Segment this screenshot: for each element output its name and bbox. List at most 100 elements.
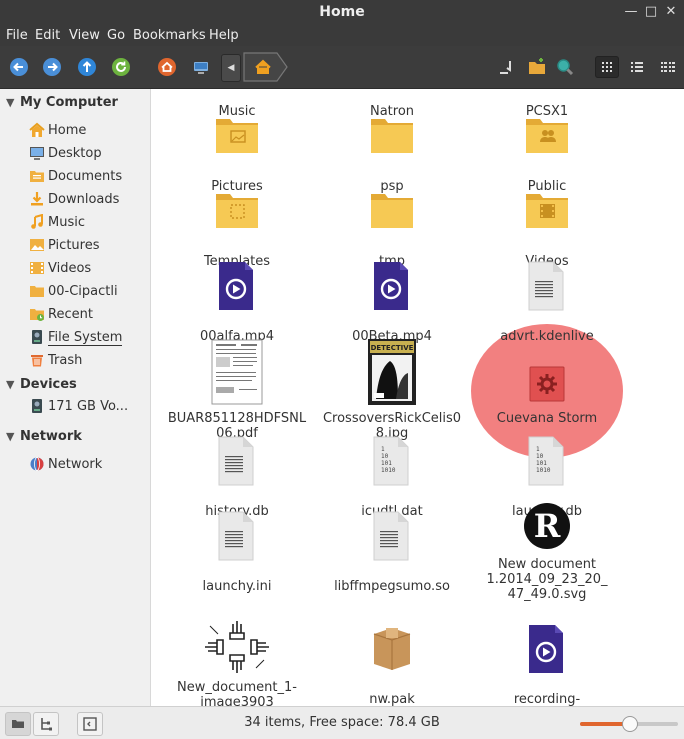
text-file-icon [525, 261, 569, 311]
public-folder-icon [525, 111, 569, 161]
menu-edit[interactable]: Edit [35, 28, 60, 43]
text-file-icon [215, 511, 259, 561]
sidebar-item-label: Videos [48, 261, 92, 276]
recent-icon [29, 306, 45, 322]
sidebar-item-label: Music [48, 215, 85, 230]
menu-help[interactable]: Help [209, 28, 239, 43]
title-bar[interactable]: Home — □ ✕ [0, 0, 684, 24]
file-grid[interactable]: Music Natron PCSX1 Pictures psp Public Templat… [151, 89, 684, 706]
menu-go[interactable]: Go [107, 28, 125, 43]
sidebar-item-label: Trash [48, 353, 83, 368]
expander-icon[interactable]: ▼ [6, 96, 20, 109]
sidebar-section-network[interactable]: ▼ Network [6, 429, 82, 444]
text-file-icon [370, 511, 414, 561]
compact-list-icon [661, 62, 675, 72]
toolbar: ◀ [0, 46, 684, 89]
breadcrumb-toggle[interactable]: ◀ [221, 54, 241, 82]
zoom-slider-handle[interactable] [622, 716, 638, 732]
icon-view-button[interactable] [595, 56, 619, 78]
close-icon[interactable]: ✕ [662, 3, 680, 21]
sidebar: ▼ My Computer Home Desktop Documents Download… [0, 89, 151, 706]
open-terminal-button[interactable] [496, 57, 516, 77]
file-name: Cuevana Storm [496, 411, 598, 426]
arrow-left-icon [10, 58, 28, 76]
sidebar-item-label: File System [48, 330, 123, 346]
drive-icon [29, 329, 45, 345]
svg-thumbnail: R [522, 501, 572, 551]
video-file-icon [525, 624, 569, 674]
pictures-folder-icon [215, 111, 259, 161]
breadcrumb-home[interactable] [243, 52, 289, 82]
svg-text:10: 10 [536, 453, 544, 460]
search-button[interactable] [555, 57, 575, 77]
videos-folder-icon [525, 186, 569, 236]
grid-icon [602, 62, 612, 72]
music-icon [29, 213, 45, 230]
compact-view-button[interactable] [655, 56, 679, 78]
file-name-line: 47_49.0.svg [507, 587, 587, 602]
svg-text:R: R [534, 507, 561, 545]
binary-file-icon: 1 10 101 1010 [525, 436, 569, 486]
new-folder-button[interactable] [527, 57, 547, 77]
package-icon [370, 624, 414, 674]
menu-bar: File Edit View Go Bookmarks Help [0, 24, 684, 46]
file-name-line: recording- [513, 692, 581, 706]
sidebar-item-label: Home [48, 123, 87, 138]
scrollbar[interactable] [676, 89, 684, 706]
back-button[interactable] [9, 57, 29, 77]
computer-button[interactable] [191, 57, 211, 77]
svg-thumbnail [202, 618, 272, 676]
svg-text:101: 101 [536, 460, 547, 467]
svg-text:1: 1 [536, 446, 540, 453]
menu-file[interactable]: File [6, 28, 28, 43]
expander-icon[interactable]: ▼ [6, 378, 20, 391]
sidebar-item-label: Network [48, 457, 103, 472]
sidebar-item-label: Documents [48, 169, 123, 184]
sidebar-item-label: 00-Cipactli [48, 284, 118, 299]
file-name: nw.pak [369, 692, 415, 706]
downloads-icon [29, 191, 45, 207]
up-button[interactable] [77, 57, 97, 77]
sidebar-item-label: Downloads [48, 192, 120, 207]
reload-button[interactable] [111, 57, 131, 77]
documents-icon [29, 168, 45, 184]
videos-icon [29, 260, 45, 276]
text-file-icon [215, 436, 259, 486]
desktop-icon [29, 145, 45, 161]
folder-icon [29, 283, 45, 299]
expander-icon[interactable]: ▼ [6, 430, 20, 443]
terminal-icon [500, 61, 511, 74]
trash-icon [29, 352, 45, 368]
menu-bookmarks[interactable]: Bookmarks [133, 28, 206, 43]
drive-icon [29, 398, 45, 414]
maximize-icon[interactable]: □ [642, 3, 660, 21]
file-name: launchy.ini [202, 579, 272, 594]
home-button[interactable] [157, 57, 177, 77]
svg-text:1010: 1010 [381, 467, 396, 474]
zoom-slider[interactable] [580, 716, 678, 732]
menu-view[interactable]: View [69, 28, 100, 43]
file-name-line: New_document_1- [177, 680, 297, 695]
folder-icon [370, 186, 414, 236]
home-icon [158, 58, 176, 76]
file-name-line: New document [497, 557, 597, 572]
list-view-button[interactable] [625, 56, 649, 78]
forward-button[interactable] [42, 57, 62, 77]
video-file-icon [215, 261, 259, 311]
svg-text:DETECTIVE: DETECTIVE [371, 344, 414, 352]
sidebar-section-my-computer[interactable]: ▼ My Computer [6, 95, 118, 110]
sidebar-item-label: Recent [48, 307, 93, 322]
minimize-icon[interactable]: — [622, 3, 640, 21]
sidebar-item-label: Desktop [48, 146, 102, 161]
arrow-right-icon [43, 58, 61, 76]
file-name-line: BUAR851128HDFSNL [167, 411, 307, 426]
arrow-up-icon [78, 58, 96, 76]
svg-text:1: 1 [381, 446, 385, 453]
folder-icon [370, 111, 414, 161]
sidebar-section-title: Network [20, 429, 82, 444]
sidebar-section-devices[interactable]: ▼ Devices [6, 377, 77, 392]
sidebar-section-title: My Computer [20, 95, 118, 110]
svg-text:10: 10 [381, 453, 389, 460]
file-name: New document 1.2014_09_23_20_ 47_49.0.svg [469, 557, 625, 602]
folder-add-icon [529, 58, 545, 74]
